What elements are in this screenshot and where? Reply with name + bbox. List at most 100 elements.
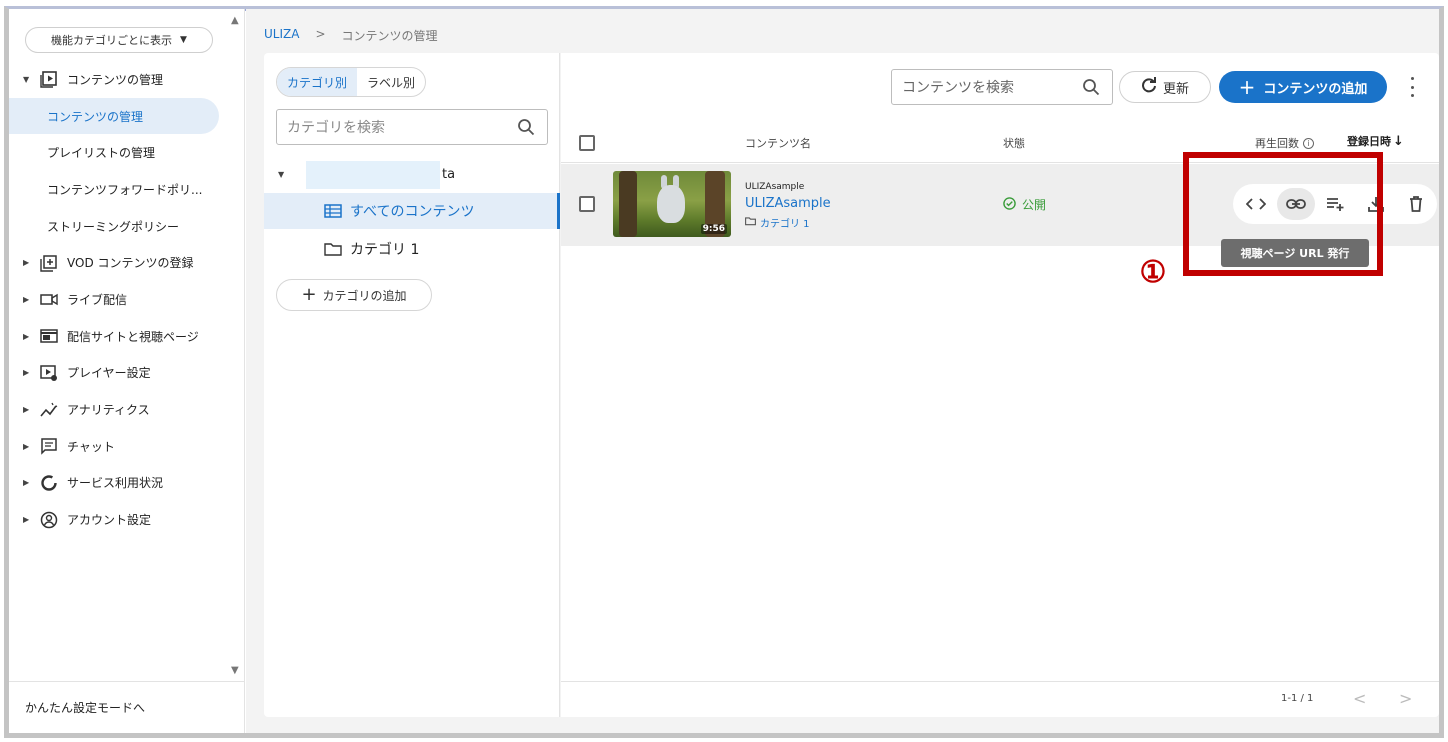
list-icon xyxy=(324,203,342,219)
plus-icon: + xyxy=(1238,75,1256,99)
sidebar-item-vod-register[interactable]: ▶ VOD コンテンツの登録 xyxy=(9,244,233,281)
refresh-label: 更新 xyxy=(1162,81,1189,97)
sidebar-item-live[interactable]: ▶ ライブ配信 xyxy=(9,281,233,318)
expand-down-icon: ▼ xyxy=(23,74,30,84)
next-page-icon[interactable]: > xyxy=(1399,689,1412,708)
column-plays[interactable]: 再生回数 i xyxy=(1255,135,1314,151)
sidebar-item-label: プレイリストの管理 xyxy=(47,146,156,161)
select-all-checkbox[interactable] xyxy=(579,135,595,151)
content-title-link[interactable]: ULIZAsample xyxy=(745,196,831,211)
sidebar-item-label: アナリティクス xyxy=(67,403,150,418)
folder-icon xyxy=(745,216,756,229)
sidebar-item-label: サービス利用状況 xyxy=(67,476,164,491)
library-add-icon xyxy=(39,253,59,273)
tree-root-label: ta xyxy=(442,166,456,182)
view-toggle: カテゴリ別 ラベル別 xyxy=(276,67,427,97)
expand-right-icon: ▶ xyxy=(23,294,30,304)
refresh-button[interactable]: 更新 xyxy=(1119,71,1211,103)
sidebar-nav: ▼ コンテンツの管理 コンテンツの管理 プレイリストの管理 コンテンツフォワード… xyxy=(9,61,233,538)
web-page-icon xyxy=(39,326,59,346)
column-name[interactable]: コンテンツ名 xyxy=(745,135,811,151)
redacted-mask xyxy=(306,161,440,189)
content-search-placeholder: コンテンツを検索 xyxy=(902,80,1014,96)
expand-right-icon: ▶ xyxy=(23,368,30,378)
pagination: 1-1 / 1 < > xyxy=(561,681,1439,717)
sidebar-item-account[interactable]: ▶ アカウント設定 xyxy=(9,501,233,538)
tree-item-label: カテゴリ 1 xyxy=(350,242,420,258)
scroll-up-icon[interactable]: ▲ xyxy=(231,15,239,26)
delete-button[interactable] xyxy=(1397,188,1435,220)
play-box-icon xyxy=(39,69,59,89)
search-icon[interactable] xyxy=(1082,78,1100,100)
analytics-icon xyxy=(39,400,59,420)
sidebar-item-chat[interactable]: ▶ チャット xyxy=(9,428,233,465)
content-search-input[interactable]: コンテンツを検索 xyxy=(891,69,1113,105)
sidebar-item-label: コンテンツの管理 xyxy=(67,72,164,87)
sidebar-item-player[interactable]: ▶ プレイヤー設定 xyxy=(9,355,233,392)
tree-item-all-contents[interactable]: すべてのコンテンツ xyxy=(264,193,560,229)
sidebar-item-contents[interactable]: ▼ コンテンツの管理 xyxy=(9,61,233,98)
sidebar-item-label: コンテンツの管理 xyxy=(47,109,144,124)
tree-root[interactable]: ▼ ta xyxy=(278,161,548,189)
tree-item-category1[interactable]: カテゴリ 1 xyxy=(264,231,560,267)
sidebar-item-label: コンテンツフォワードポリ... xyxy=(47,182,203,197)
sidebar-item-streaming-policy[interactable]: ストリーミングポリシー xyxy=(9,208,233,245)
column-plays-label: 再生回数 xyxy=(1255,137,1299,150)
tab-category[interactable]: カテゴリ別 xyxy=(277,68,358,96)
sidebar-item-contents-manage[interactable]: コンテンツの管理 xyxy=(9,97,219,135)
more-menu-icon[interactable] xyxy=(1405,77,1419,97)
category-panel: カテゴリ別 ラベル別 カテゴリを検索 ▼ ta すべてのコンテンツ カテゴリ 1… xyxy=(264,53,560,717)
refresh-icon xyxy=(1141,77,1157,97)
column-status[interactable]: 状態 xyxy=(1003,135,1025,151)
chat-icon xyxy=(39,436,59,456)
sidebar-item-analytics[interactable]: ▶ アナリティクス xyxy=(9,391,233,428)
trash-icon xyxy=(1410,196,1422,212)
sidebar-item-label: ストリーミングポリシー xyxy=(47,219,180,234)
tab-label[interactable]: ラベル別 xyxy=(357,68,425,96)
main-area: ULIZA > コンテンツの管理 カテゴリ別 ラベル別 カテゴリを検索 ▼ ta xyxy=(246,9,1439,733)
expand-right-icon: ▶ xyxy=(23,405,30,415)
sidebar-item-sites[interactable]: ▶ 配信サイトと視聴ページ xyxy=(9,318,233,355)
sidebar-item-usage[interactable]: ▶ サービス利用状況 xyxy=(9,465,233,502)
category-search-placeholder: カテゴリを検索 xyxy=(287,120,385,136)
category-search-input[interactable]: カテゴリを検索 xyxy=(276,109,548,145)
mode-select[interactable]: 機能カテゴリごとに表示 ▼ xyxy=(25,27,213,53)
column-date[interactable]: 登録日時 ↓ xyxy=(1347,133,1404,149)
sidebar-item-label: VOD コンテンツの登録 xyxy=(67,256,194,271)
sidebar-item-label: プレイヤー設定 xyxy=(67,366,151,381)
add-content-label: コンテンツの追加 xyxy=(1263,81,1368,97)
content-thumbnail[interactable]: 9:56 xyxy=(613,171,731,237)
folder-icon xyxy=(324,241,342,257)
expand-right-icon: ▶ xyxy=(23,478,30,488)
add-category-button[interactable]: + カテゴリの追加 xyxy=(276,279,432,311)
sort-down-icon: ↓ xyxy=(1393,133,1404,149)
easy-mode-label: かんたん設定モードへ xyxy=(25,701,146,715)
app-frame: ▲ 機能カテゴリごとに表示 ▼ ▼ コンテンツの管理 コンテンツの管理 プレイリ… xyxy=(4,6,1444,738)
sidebar-item-playlists[interactable]: プレイリストの管理 xyxy=(9,134,233,171)
info-icon[interactable]: i xyxy=(1303,137,1314,149)
search-icon[interactable] xyxy=(517,118,535,140)
annotation-highlight-box xyxy=(1183,152,1383,276)
expand-down-icon: ▼ xyxy=(278,169,285,179)
expand-right-icon: ▶ xyxy=(23,331,30,341)
column-date-label: 登録日時 xyxy=(1347,135,1391,148)
sidebar-item-label: チャット xyxy=(67,439,115,454)
duration-badge: 9:56 xyxy=(700,224,727,234)
breadcrumb: ULIZA > コンテンツの管理 xyxy=(264,27,438,44)
easy-mode-link[interactable]: かんたん設定モードへ xyxy=(9,681,245,733)
content-category[interactable]: カテゴリ 1 xyxy=(745,215,810,230)
status-label: 公開 xyxy=(1022,198,1047,212)
sidebar-item-forward-policy[interactable]: コンテンツフォワードポリ... xyxy=(9,171,233,208)
add-content-button[interactable]: + コンテンツの追加 xyxy=(1219,71,1387,103)
row-checkbox[interactable] xyxy=(579,196,595,212)
account-circle-icon xyxy=(39,510,59,530)
video-camera-icon xyxy=(39,289,59,309)
breadcrumb-root[interactable]: ULIZA xyxy=(264,27,299,44)
annotation-badge: ① xyxy=(1139,254,1167,290)
mode-select-label: 機能カテゴリごとに表示 xyxy=(51,34,173,47)
prev-page-icon[interactable]: < xyxy=(1353,689,1366,708)
status-badge: 公開 xyxy=(1003,196,1046,213)
sidebar: ▲ 機能カテゴリごとに表示 ▼ ▼ コンテンツの管理 コンテンツの管理 プレイリ… xyxy=(9,9,245,733)
scroll-down-icon[interactable]: ▼ xyxy=(231,665,239,676)
donut-icon xyxy=(39,473,59,493)
